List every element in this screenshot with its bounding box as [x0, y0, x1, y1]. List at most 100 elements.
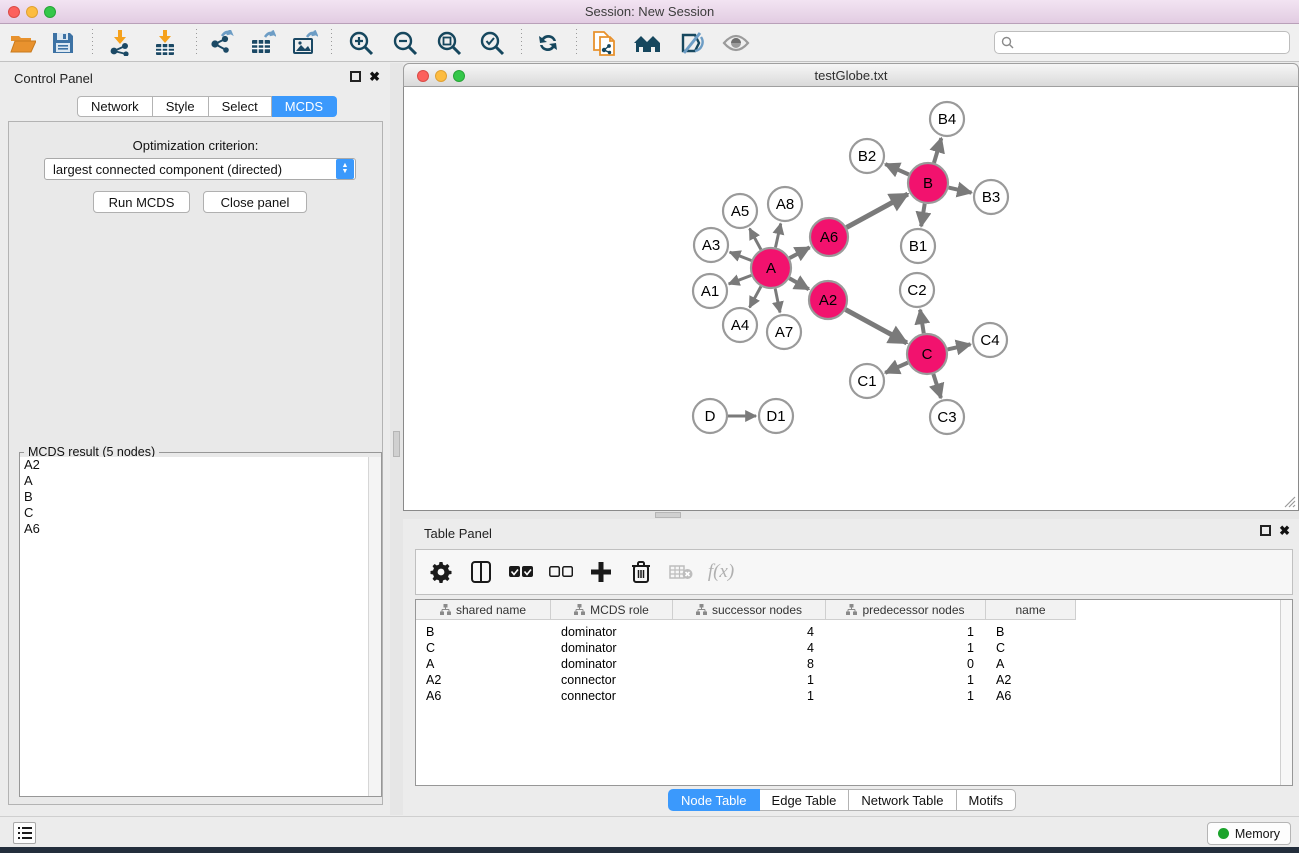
float-panel-icon[interactable] [350, 71, 361, 82]
add-column-icon[interactable] [588, 559, 614, 585]
network-close-button[interactable] [417, 70, 429, 82]
result-list-scrollbar[interactable] [368, 457, 381, 796]
minimize-window-button[interactable] [26, 6, 38, 18]
show-hide-eye-icon[interactable] [719, 28, 753, 58]
node-A7[interactable]: A7 [767, 315, 801, 349]
node-B1[interactable]: B1 [901, 229, 935, 263]
result-item[interactable]: A6 [20, 521, 381, 537]
table-row[interactable]: Adominator80A [416, 656, 1076, 672]
table-row[interactable]: Bdominator41B [416, 624, 1076, 640]
save-session-icon[interactable] [46, 28, 80, 58]
cell-shared-name[interactable]: B [416, 624, 551, 640]
cell-successor-nodes[interactable]: 8 [673, 656, 826, 672]
cell-name[interactable]: A6 [986, 688, 1076, 704]
zoom-in-icon[interactable] [344, 28, 378, 58]
edge-A6-B[interactable] [847, 194, 908, 227]
cell-MCDS-role[interactable]: connector [551, 672, 673, 688]
edge-B-B2[interactable] [885, 164, 909, 174]
cell-predecessor-nodes[interactable]: 1 [826, 672, 986, 688]
edge-A-A8[interactable] [775, 224, 780, 248]
edge-C-C2[interactable] [920, 310, 924, 333]
search-box[interactable] [994, 31, 1290, 54]
mcds-result-list[interactable]: A2ABCA6 [20, 457, 381, 796]
edge-A-A6[interactable] [790, 247, 810, 258]
optimization-criterion-select[interactable]: largest connected component (directed) ▲… [44, 158, 356, 180]
edge-A-A4[interactable] [750, 286, 761, 307]
import-network-icon[interactable] [103, 28, 137, 58]
node-A1[interactable]: A1 [693, 274, 727, 308]
float-table-panel-icon[interactable] [1260, 525, 1271, 536]
cell-successor-nodes[interactable]: 1 [673, 672, 826, 688]
cell-successor-nodes[interactable]: 4 [673, 624, 826, 640]
function-builder-icon[interactable]: f(x) [708, 559, 734, 585]
node-B2[interactable]: B2 [850, 139, 884, 173]
cell-MCDS-role[interactable]: dominator [551, 624, 673, 640]
cell-name[interactable]: A [986, 656, 1076, 672]
tab-network-table[interactable]: Network Table [849, 789, 956, 811]
cell-predecessor-nodes[interactable]: 1 [826, 624, 986, 640]
edge-A-A7[interactable] [775, 289, 780, 313]
cell-shared-name[interactable]: C [416, 640, 551, 656]
node-D[interactable]: D [693, 399, 727, 433]
edge-A-A5[interactable] [750, 229, 761, 250]
cell-name[interactable]: B [986, 624, 1076, 640]
node-B3[interactable]: B3 [974, 180, 1008, 214]
table-row[interactable]: Cdominator41C [416, 640, 1076, 656]
close-panel-button[interactable]: Close panel [203, 191, 307, 213]
node-A2[interactable]: A2 [809, 281, 847, 319]
node-A[interactable]: A [751, 248, 791, 288]
cell-shared-name[interactable]: A2 [416, 672, 551, 688]
close-window-button[interactable] [8, 6, 20, 18]
tab-network[interactable]: Network [77, 96, 153, 117]
horizontal-splitter[interactable] [403, 511, 1299, 519]
edge-C-C4[interactable] [947, 344, 970, 349]
network-graph[interactable]: B4B2BB3B1A5A8A6A3AA1A2C2A4A7CC4C1C3DD1 [404, 87, 1298, 509]
delete-table-icon[interactable] [668, 559, 694, 585]
open-file-icon[interactable] [6, 28, 40, 58]
import-table-icon[interactable] [148, 28, 182, 58]
cell-name[interactable]: C [986, 640, 1076, 656]
cell-predecessor-nodes[interactable]: 1 [826, 688, 986, 704]
zoom-out-icon[interactable] [388, 28, 422, 58]
column-header-successor-nodes[interactable]: successor nodes [673, 600, 826, 620]
edge-C-C3[interactable] [933, 374, 941, 398]
close-panel-icon[interactable]: ✖ [369, 71, 380, 82]
node-D1[interactable]: D1 [759, 399, 793, 433]
cell-shared-name[interactable]: A [416, 656, 551, 672]
tab-select[interactable]: Select [209, 96, 272, 117]
edge-A-A3[interactable] [730, 252, 752, 260]
delete-column-icon[interactable] [628, 559, 654, 585]
edge-B-B4[interactable] [934, 138, 941, 163]
network-canvas[interactable]: B4B2BB3B1A5A8A6A3AA1A2C2A4A7CC4C1C3DD1 [403, 87, 1299, 511]
vertical-splitter[interactable] [390, 63, 403, 815]
memory-button[interactable]: Memory [1207, 822, 1291, 845]
table-scrollbar[interactable] [1280, 600, 1292, 785]
unselect-all-checkboxes-icon[interactable] [548, 559, 574, 585]
zoom-fit-icon[interactable] [432, 28, 466, 58]
show-columns-icon[interactable] [468, 559, 494, 585]
column-header-predecessor-nodes[interactable]: predecessor nodes [826, 600, 986, 620]
close-table-panel-icon[interactable]: ✖ [1279, 525, 1290, 536]
edge-A-A1[interactable] [729, 275, 752, 284]
cell-predecessor-nodes[interactable]: 0 [826, 656, 986, 672]
cell-predecessor-nodes[interactable]: 1 [826, 640, 986, 656]
node-C1[interactable]: C1 [850, 364, 884, 398]
cell-successor-nodes[interactable]: 4 [673, 640, 826, 656]
run-mcds-button[interactable]: Run MCDS [93, 191, 190, 213]
node-A5[interactable]: A5 [723, 194, 757, 228]
result-item[interactable]: A [20, 473, 381, 489]
table-row[interactable]: A2connector11A2 [416, 672, 1076, 688]
edge-B-B1[interactable] [921, 204, 925, 227]
settings-gear-icon[interactable] [428, 559, 454, 585]
edge-C-C1[interactable] [885, 363, 908, 373]
tab-node-table[interactable]: Node Table [668, 789, 760, 811]
refresh-layout-icon[interactable] [531, 28, 565, 58]
column-header-name[interactable]: name [986, 600, 1076, 620]
task-history-button[interactable] [13, 822, 36, 844]
cell-MCDS-role[interactable]: connector [551, 688, 673, 704]
tab-style[interactable]: Style [153, 96, 209, 117]
network-maximize-button[interactable] [453, 70, 465, 82]
export-image-icon[interactable] [288, 28, 322, 58]
result-item[interactable]: C [20, 505, 381, 521]
zoom-selected-icon[interactable] [475, 28, 509, 58]
